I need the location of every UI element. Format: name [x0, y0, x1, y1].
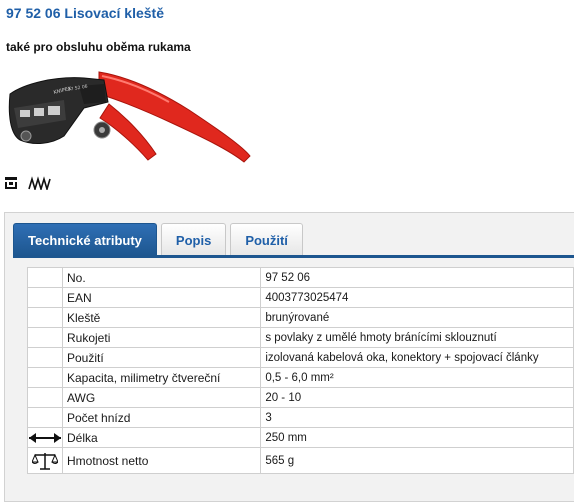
attribute-value: 97 52 06	[260, 267, 574, 288]
table-row: Délka 250 mm	[27, 427, 574, 448]
product-title: 97 52 06 Lisovací kleště	[6, 5, 164, 21]
table-row: No. 97 52 06	[27, 267, 574, 288]
table-row: EAN 4003773025474	[27, 287, 574, 308]
attributes-table: No. 97 52 06 EAN 4003773025474 Kleště br…	[27, 267, 574, 474]
attribute-label: AWG	[61, 387, 262, 408]
attribute-label: Kleště	[61, 307, 262, 328]
product-subtitle: také pro obsluhu oběma rukama	[6, 40, 191, 54]
tab-technical-attributes[interactable]: Technické atributy	[13, 223, 157, 256]
attribute-value: s povlaky z umělé hmoty bránícími sklouz…	[260, 327, 574, 348]
attribute-value: brunýrované	[260, 307, 574, 328]
attribute-value: 4003773025474	[260, 287, 574, 308]
zigzag-teeth-icon	[28, 176, 52, 190]
tab-bar: Technické atributy Popis Použití	[13, 223, 303, 256]
attribute-value: 20 - 10	[260, 387, 574, 408]
attribute-value: 250 mm	[260, 427, 574, 448]
table-row: Hmotnost netto 565 g	[27, 447, 574, 474]
table-row: Rukojeti s povlaky z umělé hmoty bránící…	[27, 327, 574, 348]
crimping-pliers-image: KNIPEX 97 52 06	[4, 58, 254, 168]
table-row: Použití izolovaná kabelová oka, konektor…	[27, 347, 574, 368]
attribute-value: 565 g	[260, 447, 574, 474]
scale-icon	[28, 451, 62, 471]
attribute-label: EAN	[61, 287, 262, 308]
tab-description[interactable]: Popis	[160, 223, 227, 256]
attribute-value: izolovaná kabelová oka, konektory + spoj…	[260, 347, 574, 368]
table-row: AWG 20 - 10	[27, 387, 574, 408]
length-arrow-icon	[28, 432, 62, 444]
attribute-label: Rukojeti	[61, 327, 262, 348]
attribute-label: Délka	[61, 427, 262, 448]
table-row: Počet hnízd 3	[27, 407, 574, 428]
tab-usage[interactable]: Použití	[230, 223, 303, 256]
table-row: Kleště brunýrované	[27, 307, 574, 328]
crimp-profile-icon	[4, 176, 18, 190]
attribute-label: No.	[61, 267, 262, 288]
attribute-label: Použití	[61, 347, 262, 368]
attribute-label: Kapacita, milimetry čtvereční	[61, 367, 262, 388]
tab-underline	[13, 255, 574, 258]
table-row: Kapacita, milimetry čtvereční 0,5 - 6,0 …	[27, 367, 574, 388]
attribute-label: Počet hnízd	[61, 407, 262, 428]
attribute-value: 3	[260, 407, 574, 428]
feature-icons	[4, 174, 52, 192]
attribute-label: Hmotnost netto	[61, 447, 262, 474]
attribute-value: 0,5 - 6,0 mm²	[260, 367, 574, 388]
